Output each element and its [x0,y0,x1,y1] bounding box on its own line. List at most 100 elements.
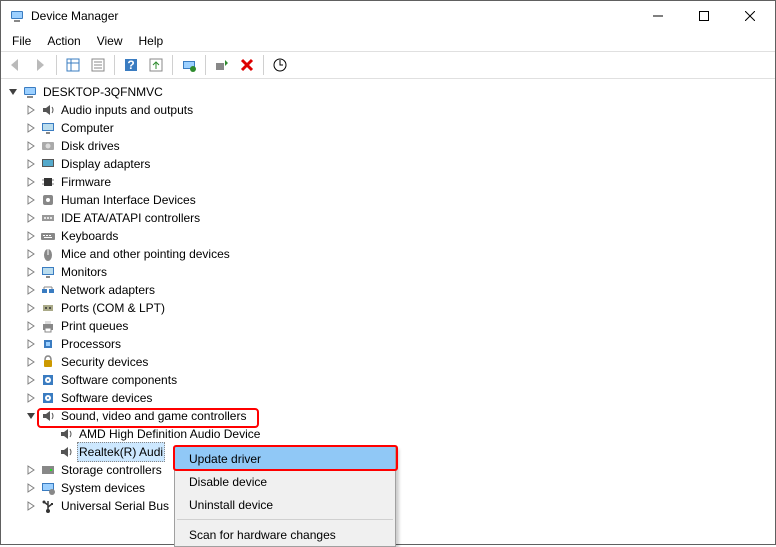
menu-help[interactable]: Help [132,32,171,50]
tree-node[interactable]: AMD High Definition Audio Device [41,425,771,443]
uninstall-icon[interactable] [210,53,234,77]
expander-icon[interactable] [41,426,57,442]
context-menu-separator [177,519,393,520]
expander-icon[interactable] [23,264,39,280]
properties-icon[interactable] [86,53,110,77]
tree-node[interactable]: Ports (COM & LPT) [23,299,771,317]
tree-node[interactable]: Mice and other pointing devices [23,245,771,263]
speaker-icon [40,408,56,424]
expander-icon[interactable] [23,390,39,406]
tree-node-label[interactable]: Universal Serial Bus [59,497,171,515]
expander-icon[interactable] [23,462,39,478]
delete-icon[interactable] [235,53,259,77]
menu-file[interactable]: File [5,32,38,50]
tree-node[interactable]: Display adapters [23,155,771,173]
tree-node[interactable]: Storage controllers [23,461,771,479]
tree-node[interactable]: Security devices [23,353,771,371]
tree-node-label[interactable]: DESKTOP-3QFNMVC [41,83,165,101]
expander-icon[interactable] [23,156,39,172]
expander-icon[interactable] [23,480,39,496]
expander-icon[interactable] [23,102,39,118]
tree-node-label[interactable]: Software components [59,371,179,389]
app-icon [9,8,25,24]
context-menu-item[interactable]: Uninstall device [175,493,395,516]
help-icon[interactable]: ? [119,53,143,77]
back-icon [3,53,27,77]
expander-icon[interactable] [23,372,39,388]
menu-action[interactable]: Action [40,32,87,50]
tree-node[interactable]: Monitors [23,263,771,281]
expander-icon[interactable] [23,408,39,424]
tree-node-label[interactable]: Human Interface Devices [59,191,198,209]
tree-node[interactable]: Realtek(R) Audi [41,443,771,461]
tree-node-label[interactable]: Processors [59,335,123,353]
tree-node-label[interactable]: Disk drives [59,137,122,155]
cpu-icon [40,336,56,352]
expander-icon[interactable] [23,228,39,244]
tree-node-label[interactable]: Display adapters [59,155,152,173]
expander-icon[interactable] [23,138,39,154]
tree-node[interactable]: Computer [23,119,771,137]
tree-root[interactable]: DESKTOP-3QFNMVC [5,83,771,101]
menu-view[interactable]: View [90,32,130,50]
expander-icon[interactable] [23,120,39,136]
expander-icon[interactable] [23,318,39,334]
minimize-button[interactable] [635,1,681,31]
tree-node[interactable]: Processors [23,335,771,353]
tree-node-label[interactable]: Computer [59,119,116,137]
tree-node-label[interactable]: Firmware [59,173,113,191]
update-driver-icon[interactable] [177,53,201,77]
expander-icon[interactable] [23,210,39,226]
mouse-icon [40,246,56,262]
expander-icon[interactable] [23,354,39,370]
scan-hardware-icon[interactable] [268,53,292,77]
expander-icon[interactable] [23,174,39,190]
tree-node[interactable]: Sound, video and game controllers [23,407,771,425]
toolbar-separator [172,55,173,75]
export-icon[interactable] [144,53,168,77]
tree-node-label[interactable]: Realtek(R) Audi [77,442,165,462]
expander-icon[interactable] [41,444,57,460]
tree-node[interactable]: Keyboards [23,227,771,245]
tree-node-label[interactable]: Network adapters [59,281,157,299]
expander-icon[interactable] [23,336,39,352]
tree-node[interactable]: Network adapters [23,281,771,299]
tree-node[interactable]: Human Interface Devices [23,191,771,209]
show-hide-tree-icon[interactable] [61,53,85,77]
tree-node[interactable]: IDE ATA/ATAPI controllers [23,209,771,227]
expander-icon[interactable] [23,498,39,514]
tree-node[interactable]: Software components [23,371,771,389]
tree-node-label[interactable]: IDE ATA/ATAPI controllers [59,209,202,227]
tree-node[interactable]: Print queues [23,317,771,335]
expander-icon[interactable] [23,300,39,316]
tree-node-label[interactable]: Ports (COM & LPT) [59,299,167,317]
tree-node-label[interactable]: Monitors [59,263,109,281]
expander-icon[interactable] [23,246,39,262]
tree-node[interactable]: Universal Serial Bus [23,497,771,515]
context-menu-item[interactable]: Scan for hardware changes [175,523,395,546]
tree-node-label[interactable]: Mice and other pointing devices [59,245,232,263]
tree-node-label[interactable]: System devices [59,479,147,497]
tree-node-label[interactable]: Print queues [59,317,130,335]
tree-node-label[interactable]: Audio inputs and outputs [59,101,195,119]
context-menu-item[interactable]: Update driver [175,447,395,470]
expander-icon[interactable] [5,84,21,100]
tree-node-label[interactable]: Software devices [59,389,154,407]
tree-node-label[interactable]: Sound, video and game controllers [59,407,248,425]
tree-node[interactable]: Disk drives [23,137,771,155]
expander-icon[interactable] [23,192,39,208]
tree-node-label[interactable]: AMD High Definition Audio Device [77,425,262,443]
tree-node-label[interactable]: Security devices [59,353,150,371]
tree-node[interactable]: Firmware [23,173,771,191]
context-menu-item[interactable]: Disable device [175,470,395,493]
tree-node[interactable]: Audio inputs and outputs [23,101,771,119]
maximize-button[interactable] [681,1,727,31]
tree-node-label[interactable]: Storage controllers [59,461,164,479]
disk-icon [40,138,56,154]
expander-icon[interactable] [23,282,39,298]
tree-node-label[interactable]: Keyboards [59,227,120,245]
toolbar-separator [205,55,206,75]
tree-node[interactable]: Software devices [23,389,771,407]
tree-node[interactable]: System devices [23,479,771,497]
close-button[interactable] [727,1,773,31]
